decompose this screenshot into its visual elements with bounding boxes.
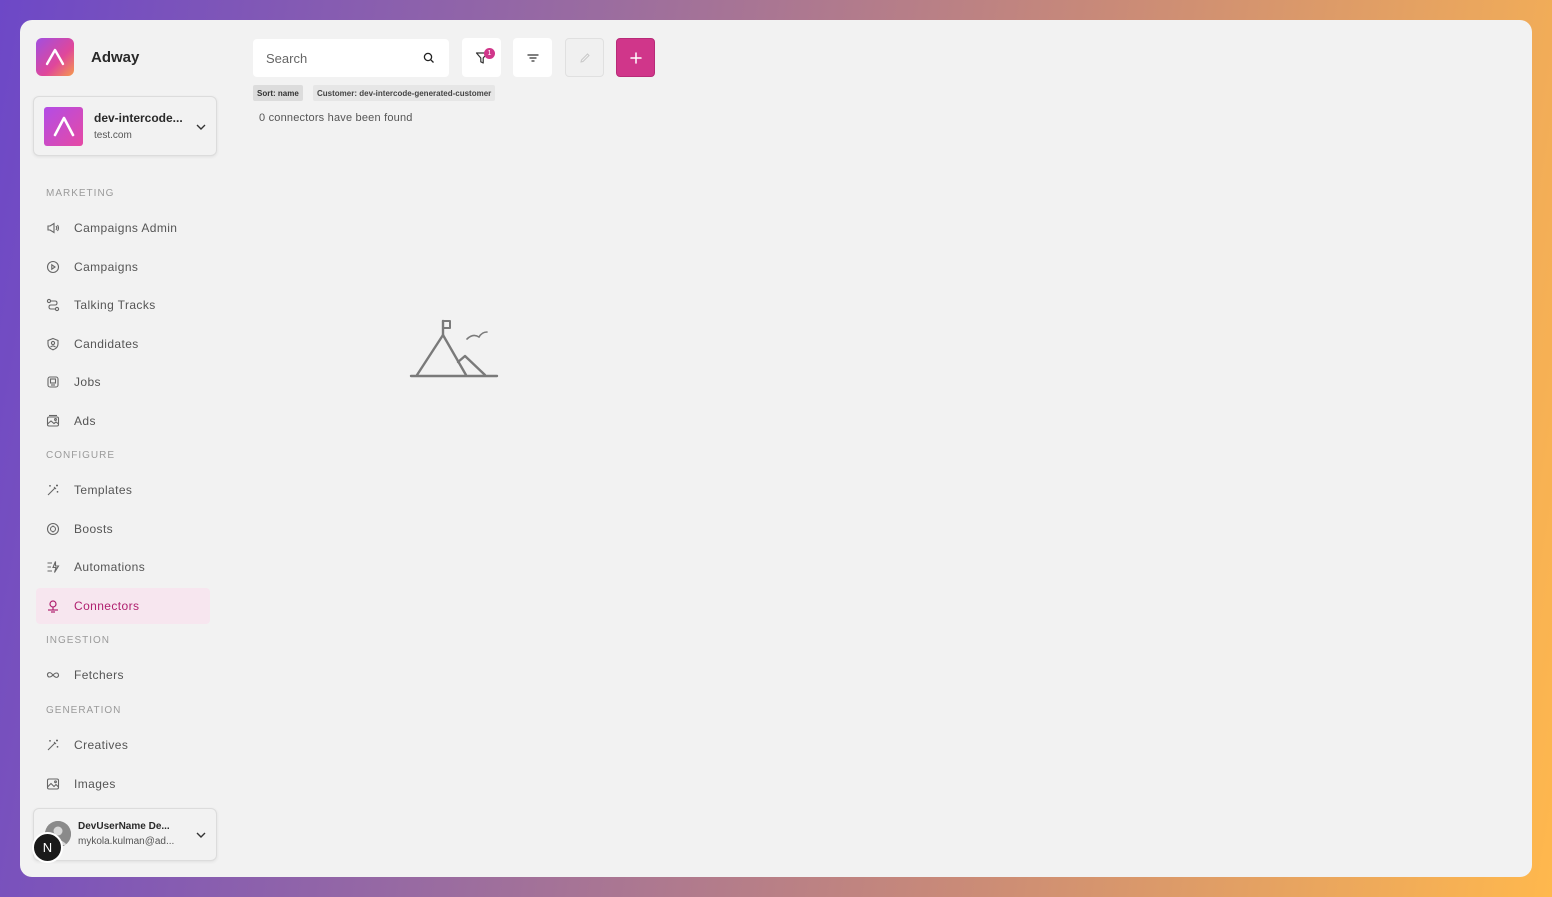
sidebar-item-connectors[interactable]: Connectors xyxy=(36,588,210,624)
adway-logo-icon xyxy=(36,38,74,76)
sidebar-item-label: Talking Tracks xyxy=(74,298,156,312)
edit-button[interactable] xyxy=(565,38,604,77)
connector-icon xyxy=(46,599,60,613)
sidebar: Adway dev-intercode... test.com MARKETIN… xyxy=(20,20,230,877)
sidebar-item-ads[interactable]: Ads xyxy=(36,403,210,439)
sidebar-item-talking-tracks[interactable]: Talking Tracks xyxy=(36,287,210,323)
search-icon[interactable] xyxy=(423,52,435,64)
infinity-icon xyxy=(46,668,60,682)
brand-name: Adway xyxy=(91,48,140,66)
user-email: mykola.kulman@ad... xyxy=(78,836,175,847)
coin-icon xyxy=(46,522,60,536)
chevron-down-icon xyxy=(196,832,206,838)
route-icon xyxy=(46,298,60,312)
sidebar-item-fetchers[interactable]: Fetchers xyxy=(36,657,210,693)
add-connector-button[interactable] xyxy=(616,38,655,77)
image-icon xyxy=(46,777,60,791)
section-generation: GENERATION xyxy=(46,705,122,716)
sidebar-item-creatives[interactable]: Creatives xyxy=(36,727,210,763)
sidebar-item-label: Ads xyxy=(74,414,96,428)
sidebar-item-label: Jobs xyxy=(74,375,101,389)
sidebar-item-label: Images xyxy=(74,777,116,791)
sidebar-item-boosts[interactable]: Boosts xyxy=(36,511,210,547)
sort-icon xyxy=(526,53,539,62)
image-stack-icon xyxy=(46,414,60,428)
sidebar-item-label: Automations xyxy=(74,560,146,574)
filter-count-badge: 1 xyxy=(484,48,495,59)
org-domain: test.com xyxy=(94,130,132,141)
sidebar-item-campaigns[interactable]: Campaigns xyxy=(36,249,210,285)
section-marketing: MARKETING xyxy=(46,188,115,199)
megaphone-icon xyxy=(46,221,60,235)
chevron-down-icon xyxy=(196,124,206,130)
plus-icon xyxy=(629,51,642,64)
result-count: 0 connectors have been found xyxy=(259,112,413,124)
play-circle-icon xyxy=(46,260,60,274)
job-icon xyxy=(46,375,60,389)
org-logo-icon xyxy=(44,106,83,146)
sidebar-item-label: Templates xyxy=(74,483,133,497)
sidebar-item-automations[interactable]: Automations xyxy=(36,549,210,585)
sidebar-item-jobs[interactable]: Jobs xyxy=(36,364,210,400)
automation-icon xyxy=(46,560,60,574)
search-box[interactable] xyxy=(253,39,449,77)
sidebar-item-label: Campaigns Admin xyxy=(74,221,178,235)
org-name: dev-intercode... xyxy=(94,111,183,125)
org-switcher[interactable]: dev-intercode... test.com xyxy=(33,96,217,156)
sort-button[interactable] xyxy=(513,38,552,77)
sidebar-item-label: Connectors xyxy=(74,599,140,613)
search-input[interactable] xyxy=(266,50,416,66)
sidebar-item-images[interactable]: Images xyxy=(36,766,210,802)
sidebar-item-label: Campaigns xyxy=(74,260,139,274)
app-frame: Adway dev-intercode... test.com MARKETIN… xyxy=(20,20,1532,877)
sidebar-item-candidates[interactable]: Candidates xyxy=(36,326,210,362)
magic-wand-icon xyxy=(46,483,60,497)
sort-chip[interactable]: Sort: name xyxy=(253,85,303,101)
pencil-icon xyxy=(579,52,590,63)
user-shield-icon xyxy=(46,337,60,351)
filter-button[interactable]: 1 xyxy=(462,38,501,77)
sidebar-item-label: Candidates xyxy=(74,337,139,351)
empty-state-mountain-icon xyxy=(409,319,499,378)
brand[interactable]: Adway xyxy=(36,38,139,76)
sidebar-item-label: Boosts xyxy=(74,522,114,536)
sidebar-item-campaigns-admin[interactable]: Campaigns Admin xyxy=(36,210,210,246)
dev-tools-badge[interactable]: N xyxy=(32,832,63,863)
user-name: DevUserName De... xyxy=(78,821,170,832)
sidebar-item-label: Creatives xyxy=(74,738,129,752)
sidebar-item-templates[interactable]: Templates xyxy=(36,472,210,508)
section-configure: CONFIGURE xyxy=(46,450,115,461)
sidebar-item-label: Fetchers xyxy=(74,668,124,682)
customer-filter-chip[interactable]: Customer: dev-intercode-generated-custom… xyxy=(313,85,496,101)
section-ingestion: INGESTION xyxy=(46,635,111,646)
magic-wand-icon xyxy=(46,738,60,752)
